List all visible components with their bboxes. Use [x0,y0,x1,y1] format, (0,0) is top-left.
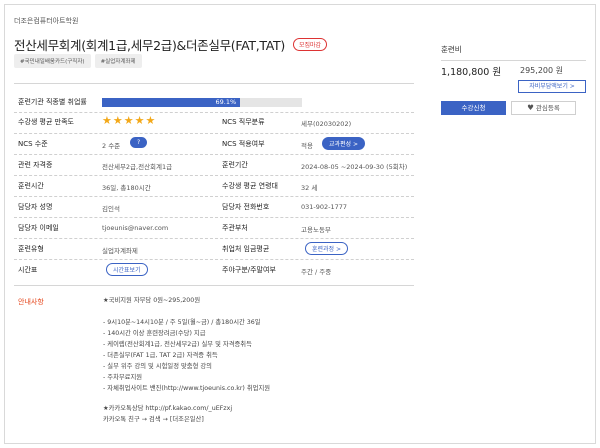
tag-card[interactable]: #국민내일배움카드(구직자) [14,54,91,68]
row-divider [14,154,414,155]
employment-progress: 69.1% [102,98,302,107]
ncs-job-value: 세무(02030202) [301,119,352,128]
star-icon: ★ [123,114,134,127]
title-row: 전산세무회계(회계1급,세무2급)&더존실무(FAT,TAT) 모집마감 [14,35,328,54]
ncs-apply-value: 적용 [301,141,313,150]
row-hours: 훈련시간 36일, 총180시간 수강생 평균 연령대 32 세 [18,179,414,194]
timetable-button[interactable]: 시간표보기 [106,263,148,276]
type-value: 실업자계좌제 [102,246,138,255]
apply-button[interactable]: 수강신청 [441,101,506,115]
type-label: 훈련유형 [18,245,44,253]
cert-label: 관련 자격증 [18,161,53,169]
satisfaction-label: 수강생 평균 만족도 [18,118,74,126]
row-type: 훈련유형 실업자계좌제 취업처 임금평균 훈련과정 > [18,242,414,257]
notice-line: - 더존실무(FAT 1급, TAT 2급) 자격증 취득 [103,352,218,359]
age-value: 32 세 [301,183,318,192]
fee-label: 훈련비 [441,45,462,54]
manager-label: 담당자 성명 [18,203,53,211]
row-employment: 훈련기관 직종별 취업률 69.1% [18,97,414,112]
star-icon: ★ [102,114,112,127]
tag-list: #국민내일배움카드(구직자) #실업자계좌제 [14,54,142,68]
star-icon: ★ [112,114,123,127]
notice-label: 안내사항 [18,298,44,306]
hours-value: 36일, 총180시간 [102,183,151,192]
favorite-button[interactable]: ♥ 관심등록 [511,101,576,115]
fee-value: 1,180,800 원 [441,67,502,78]
status-badge: 모집마감 [292,38,328,51]
hours-label: 훈련시간 [18,182,44,190]
age-label: 수강생 평균 연령대 [222,182,278,190]
wage-label: 취업처 임금평균 [222,245,270,253]
row-divider [14,112,414,113]
dept-label: 주관부처 [222,224,248,232]
notice-line: - 9시10분~14시10분 / 주 5일(월~금) / 총180시간 36일 [103,319,261,326]
section-divider [14,285,414,286]
row-satisfaction: 수강생 평균 만족도 ★ ★ ★ ★ ★ NCS 직무분류 세무(02030202) [18,115,414,130]
star-icon: ★ [145,114,156,127]
row-divider [14,196,414,197]
course-title: 전산세무회계(회계1급,세무2급)&더존실무(FAT,TAT) [14,38,285,53]
period-value: 2024-08-05 ~2024-09-30 (5회차) [301,162,408,171]
employment-label: 훈련기관 직종별 취업률 [18,98,87,106]
row-cert: 관련 자격증 전산세무2급,전산회계1급 훈련기간 2024-08-05 ~20… [18,158,414,173]
favorite-label: 관심등록 [535,104,560,112]
row-email: 담당자 이메일 tjoeunis@naver.com 주관부처 고용노동부 [18,221,414,236]
star-icon: ★ [134,114,145,127]
row-timetable: 시간표 시간표보기 주야구분/주말여부 주간 / 주중 [18,263,414,278]
notice-line: ★카카오톡상담 http://pf.kakao.com/_uEFzxj [103,405,233,412]
tag-account[interactable]: #실업자계좌제 [94,54,142,68]
email-value[interactable]: tjoeunis@naver.com [102,224,168,232]
fee-divider [441,60,586,61]
row-divider [14,133,414,134]
row-manager: 담당자 성명 김인석 담당자 전화번호 031-902-1777 [18,200,414,215]
row-ncs: NCS 수준 2 수준 ? NCS 적용여부 적용 교과편성 > [18,137,414,152]
email-label: 담당자 이메일 [18,224,59,232]
header-divider [14,83,414,84]
notice-line: - 실무 위주 강의 및 시험일정 맞춤형 강의 [103,363,212,370]
course-button[interactable]: 훈련과정 > [305,242,349,255]
employment-rate-text: 69.1% [215,98,237,106]
notice-line: - 자체취업사이트 밴진(http://www.tjoeunis.co.kr) … [103,385,271,392]
notice-line: - 주차무료지원 [103,374,143,381]
period-label: 훈련기간 [222,161,248,169]
heart-icon: ♥ [527,103,534,112]
notice-line: - 140시간 이상 훈련장려금(수당) 지급 [103,330,206,337]
cert-value: 전산세무2급,전산회계1급 [102,162,173,171]
phone-label: 담당자 전화번호 [222,203,270,211]
daytype-value: 주간 / 주중 [301,267,332,276]
timetable-label: 시간표 [18,266,38,274]
ncs-level-value: 2 수준 [102,141,121,150]
row-divider [14,175,414,176]
notice-line: - 케이렙(전산회계1급, 전산세무2급) 실무 및 자격증취득 [103,341,252,348]
dept-value: 고용노동부 [301,225,331,234]
row-divider [14,238,414,239]
ncs-job-label: NCS 직무분류 [222,118,265,126]
academy-name: 더조은컴퓨터아트학원 [14,17,79,25]
phone-value: 031-902-1777 [301,202,348,211]
employment-progress-fill: 69.1% [102,98,241,107]
manager-value: 김인석 [102,204,120,213]
self-pay-button[interactable]: 자비부담액보기 > [518,80,586,93]
ncs-apply-label: NCS 적용여부 [222,140,265,148]
row-divider [14,259,414,260]
ncs-level-info-icon[interactable]: ? [130,137,148,148]
row-divider [14,217,414,218]
daytype-label: 주야구분/주말여부 [222,266,276,274]
notice-line: 카카오톡 친구 → 검색 → [더조은일산] [103,416,204,423]
curriculum-button[interactable]: 교과편성 > [322,137,366,150]
self-pay-value: 295,200 원 [520,66,563,75]
satisfaction-stars: ★ ★ ★ ★ ★ [102,115,155,127]
notice-line: ★국비지원 자부담 0원~295,200원 [103,297,201,304]
ncs-level-label: NCS 수준 [18,140,48,148]
